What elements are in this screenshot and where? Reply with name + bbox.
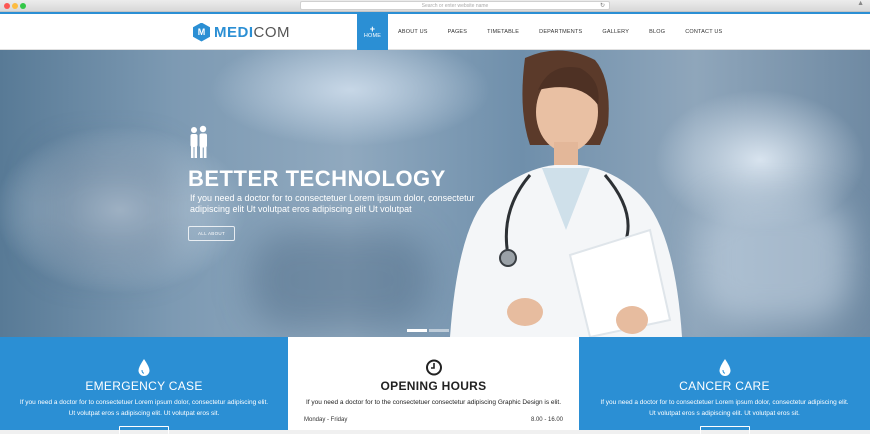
- share-icon[interactable]: ▲: [857, 0, 864, 7]
- emergency-case-button[interactable]: [119, 426, 169, 434]
- panel-title: OPENING HOURS: [380, 379, 487, 393]
- hero-title: BETTER TECHNOLOGY: [188, 166, 446, 191]
- nav-item-contact-us[interactable]: CONTACT US: [675, 14, 732, 50]
- emergency-case-panel: EMERGENCY CASE If you need a doctor for …: [0, 337, 288, 434]
- panel-text: If you need a doctor for to the consecte…: [305, 399, 562, 406]
- slider-dots: [407, 329, 449, 332]
- hero-background-blur: [700, 200, 850, 320]
- nav-item-departments[interactable]: DEPARTMENTS: [529, 14, 592, 50]
- logo-hex-icon: M: [193, 22, 210, 42]
- panel-title: CANCER CARE: [679, 379, 770, 393]
- nav-item-blog[interactable]: BLOG: [639, 14, 675, 50]
- address-bar-placeholder: Search or enter website name: [421, 3, 489, 9]
- minimize-window-button[interactable]: [12, 3, 18, 9]
- browser-toolbar: Search or enter website name ↻ ▲: [0, 0, 870, 12]
- logo-text-light: COM: [253, 23, 290, 41]
- hero-background-blur: [250, 230, 430, 330]
- nav-item-pages[interactable]: PAGES: [438, 14, 478, 50]
- address-bar[interactable]: Search or enter website name ↻: [300, 1, 610, 10]
- site-header: M MEDICOM + HOME ABOUT US PAGES TIMETABL…: [0, 14, 870, 50]
- hero-background-blur: [40, 150, 180, 270]
- panel-text-line: If you need a doctor for to consectetuer…: [600, 399, 849, 406]
- plus-icon: +: [369, 24, 376, 34]
- slider-dot[interactable]: [407, 329, 427, 332]
- hours-days: Monday - Friday: [304, 417, 348, 423]
- main-nav: + HOME ABOUT US PAGES TIMETABLE DEPARTME…: [357, 14, 732, 50]
- hero-slider: BETTER TECHNOLOGY If you need a doctor f…: [0, 50, 870, 337]
- nav-item-timetable[interactable]: TIMETABLE: [477, 14, 529, 50]
- drop-icon: [719, 359, 730, 376]
- close-window-button[interactable]: [4, 3, 10, 9]
- panel-text-line: Ut volutpat eros s adipiscing elit. Ut v…: [68, 410, 220, 417]
- clock-icon: [425, 359, 442, 376]
- nav-item-gallery[interactable]: GALLERY: [592, 14, 639, 50]
- reload-icon[interactable]: ↻: [600, 2, 605, 11]
- panel-text-line: If you need a doctor for to consectetuer…: [19, 399, 269, 406]
- opening-hours-panel: OPENING HOURS If you need a doctor for t…: [288, 337, 579, 430]
- logo-text-bold: MEDI: [214, 23, 254, 41]
- panel-text: If you need a doctor for to consectetuer…: [579, 397, 870, 419]
- panel-title: EMERGENCY CASE: [85, 379, 203, 393]
- maximize-window-button[interactable]: [20, 3, 26, 9]
- panel-text: If you need a doctor for to consectetuer…: [0, 397, 288, 419]
- panel-text-line: Ut volutpat eros s adipiscing elit. Ut v…: [649, 410, 800, 417]
- drop-icon: [138, 359, 150, 376]
- info-panels: EMERGENCY CASE If you need a doctor for …: [0, 337, 870, 434]
- nav-item-home[interactable]: + HOME: [357, 14, 388, 50]
- cancer-care-button[interactable]: [699, 426, 750, 434]
- all-about-button[interactable]: ALL ABOUT: [188, 226, 235, 241]
- hours-row: Monday - Friday 8.00 - 16.00: [304, 417, 563, 423]
- family-icon: [190, 125, 207, 158]
- site-logo[interactable]: M MEDICOM: [193, 22, 290, 42]
- slider-dot[interactable]: [429, 329, 449, 332]
- hours-time: 8.00 - 16.00: [530, 417, 563, 423]
- nav-item-about-us[interactable]: ABOUT US: [388, 14, 438, 50]
- logo-text: MEDICOM: [214, 24, 290, 41]
- nav-item-label: HOME: [363, 33, 382, 39]
- doctor-photo: [450, 50, 682, 337]
- cancer-care-panel: CANCER CARE If you need a doctor for to …: [579, 337, 870, 434]
